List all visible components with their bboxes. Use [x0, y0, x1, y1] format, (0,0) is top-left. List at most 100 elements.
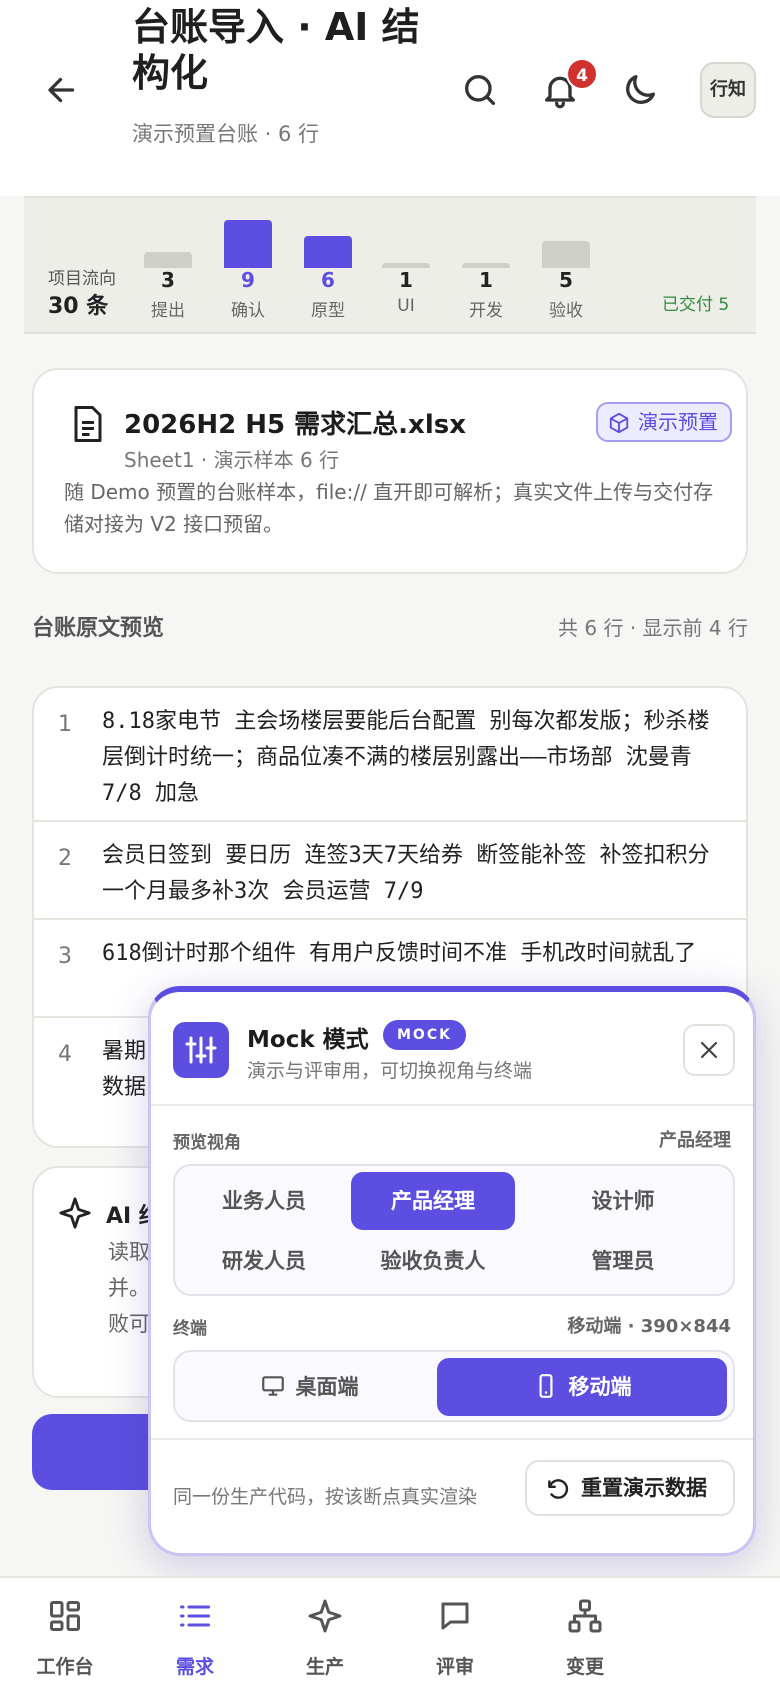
row-index: 2: [58, 846, 72, 871]
preset-badge: 演示预置: [596, 402, 732, 442]
role-option-admin[interactable]: 管理员: [519, 1232, 727, 1290]
search-icon: [465, 75, 495, 106]
file-meta: Sheet1 · 演示样本 6 行: [124, 448, 340, 472]
project-flow-strip: 项目流向 30 条 3 提出 9 确认 6 原型 1 UI 1 开发 5 验收 已交付 5: [24, 196, 756, 334]
list-icon: [180, 1605, 210, 1627]
close-icon: [700, 1041, 718, 1059]
device-option-desktop[interactable]: 桌面端: [181, 1358, 437, 1416]
delivered-count: 已交付 5: [662, 295, 730, 315]
flow-stage-count: 9: [241, 268, 255, 292]
tab-label: 工作台: [36, 1656, 94, 1678]
flow-stage-label: 开发: [469, 301, 503, 321]
tab-changes[interactable]: 变更: [530, 1578, 640, 1688]
divider: [151, 1104, 753, 1106]
file-description: 随 Demo 预置的台账样本，file:// 直开即可解析；真实文件上传与交付存…: [64, 480, 714, 536]
back-button[interactable]: [44, 72, 80, 108]
role-option-designer[interactable]: 设计师: [519, 1172, 727, 1230]
page-subtitle: 演示预置台账 · 6 行: [132, 122, 320, 146]
row-index: 4: [58, 1042, 72, 1067]
mock-mode-panel: Mock 模式 MOCK 演示与评审用，可切换视角与终端 预览视角 产品经理 业…: [148, 986, 756, 1556]
flow-stage-label: UI: [397, 296, 415, 316]
row-text: 618倒计时那个组件 有用户反馈时间不准 手机改时间就乱了: [102, 941, 697, 966]
tab-workbench[interactable]: 工作台: [10, 1578, 120, 1688]
tab-label: 变更: [565, 1656, 604, 1678]
flow-stage-count: 6: [321, 268, 335, 292]
file-name: 2026H2 H5 需求汇总.xlsx: [124, 410, 466, 440]
role-option-dev[interactable]: 研发人员: [181, 1232, 347, 1290]
device-option-label: 桌面端: [295, 1375, 359, 1399]
sparkle-icon: [308, 1599, 342, 1633]
flow-count: 30 条: [48, 294, 109, 319]
file-text-icon: [74, 406, 102, 442]
tab-production[interactable]: 生产: [270, 1578, 380, 1688]
mock-settings-icon: [173, 1022, 229, 1078]
page-title: 台账导入 · AI 结构化: [132, 5, 420, 95]
network-icon: [568, 1599, 602, 1633]
notification-badge: 4: [566, 58, 598, 90]
tab-label: 需求: [175, 1656, 214, 1678]
divider: [151, 1438, 753, 1440]
flow-stage-label: 原型: [311, 301, 345, 321]
mock-badge: MOCK: [383, 1020, 466, 1050]
role-selector: 业务人员 产品经理 设计师 研发人员 验收负责人 管理员: [173, 1164, 735, 1296]
role-label: 预览视角: [173, 1133, 241, 1153]
raw-row[interactable]: 1 8.18家电节 主会场楼层要能后台配置 别每次都发版；秒杀楼层倒计时统一；商…: [34, 688, 746, 822]
flow-stage-bar: [144, 252, 192, 268]
smartphone-icon: [539, 1374, 552, 1398]
flow-stage[interactable]: 6 原型: [302, 198, 354, 336]
file-card: 2026H2 H5 需求汇总.xlsx Sheet1 · 演示样本 6 行 演示…: [32, 368, 748, 574]
flow-stage-label: 验收: [549, 301, 583, 321]
search-button[interactable]: [460, 70, 500, 110]
flow-stage-bar: [542, 241, 590, 268]
flow-stage-count: 5: [559, 268, 573, 292]
moon-icon: [626, 75, 655, 104]
row-text: 会员日签到 要日历 连签3天7天给券 断签能补签 补签扣积分 一个月最多补3次 …: [102, 843, 710, 904]
theme-toggle-button[interactable]: [620, 70, 660, 110]
tab-label: 生产: [305, 1656, 344, 1678]
close-button[interactable]: [683, 1024, 735, 1076]
bottom-tab-bar: 工作台 需求 生产 评审 变更: [0, 1576, 780, 1688]
flow-stage[interactable]: 5 验收: [540, 198, 592, 336]
rotate-ccw-icon: [548, 1479, 569, 1499]
flow-stage-count: 1: [399, 268, 413, 292]
grid-icon: [50, 1601, 80, 1631]
role-option-acceptance[interactable]: 验收负责人: [351, 1232, 515, 1290]
flow-stage[interactable]: 1 UI: [380, 198, 432, 336]
tab-label: 评审: [435, 1656, 474, 1678]
arrow-left-icon: [48, 77, 75, 103]
raw-row[interactable]: 2 会员日签到 要日历 连签3天7天给券 断签能补签 补签扣积分 一个月最多补3…: [34, 822, 746, 920]
flow-stage-label: 提出: [151, 301, 185, 321]
flow-stage[interactable]: 3 提出: [142, 198, 194, 336]
reset-label: 重置演示数据: [581, 1476, 707, 1500]
tab-requirements[interactable]: 需求: [140, 1578, 250, 1688]
device-label: 终端: [173, 1319, 207, 1339]
flow-stage-count: 3: [161, 268, 175, 292]
flow-stage-count: 1: [479, 268, 493, 292]
device-option-label: 移动端: [568, 1375, 632, 1399]
reset-demo-button[interactable]: 重置演示数据: [525, 1460, 735, 1516]
flow-stage-label: 确认: [231, 301, 265, 321]
preview-title: 台账原文预览: [32, 616, 165, 641]
flow-stage[interactable]: 9 确认: [222, 198, 274, 336]
mock-footer-note: 同一份生产代码，按该断点真实渲染: [173, 1486, 478, 1508]
mock-title: Mock 模式: [247, 1027, 369, 1053]
device-value: 移动端 · 390×844: [567, 1316, 731, 1337]
row-index: 3: [58, 944, 72, 969]
flow-stage[interactable]: 1 开发: [460, 198, 512, 336]
tab-review[interactable]: 评审: [400, 1578, 510, 1688]
device-option-mobile[interactable]: 移动端: [437, 1358, 727, 1416]
sparkle-icon: [59, 1197, 91, 1229]
message-square-icon: [441, 1602, 469, 1630]
device-selector: 桌面端 移动端: [173, 1350, 735, 1422]
flow-label: 项目流向: [48, 269, 116, 289]
flow-stage-bar: [304, 236, 352, 268]
row-index: 1: [58, 712, 72, 737]
mock-subtitle: 演示与评审用，可切换视角与终端: [247, 1060, 533, 1082]
monitor-icon: [261, 1376, 284, 1396]
role-value: 产品经理: [659, 1130, 731, 1151]
role-option-business[interactable]: 业务人员: [181, 1172, 347, 1230]
role-option-pm[interactable]: 产品经理: [351, 1172, 515, 1230]
user-avatar[interactable]: 行知: [700, 62, 756, 118]
app-header: 台账导入 · AI 结构化 演示预置台账 · 6 行 4 行知: [0, 0, 780, 196]
row-text: 8.18家电节 主会场楼层要能后台配置 别每次都发版；秒杀楼层倒计时统一；商品位…: [102, 709, 710, 806]
